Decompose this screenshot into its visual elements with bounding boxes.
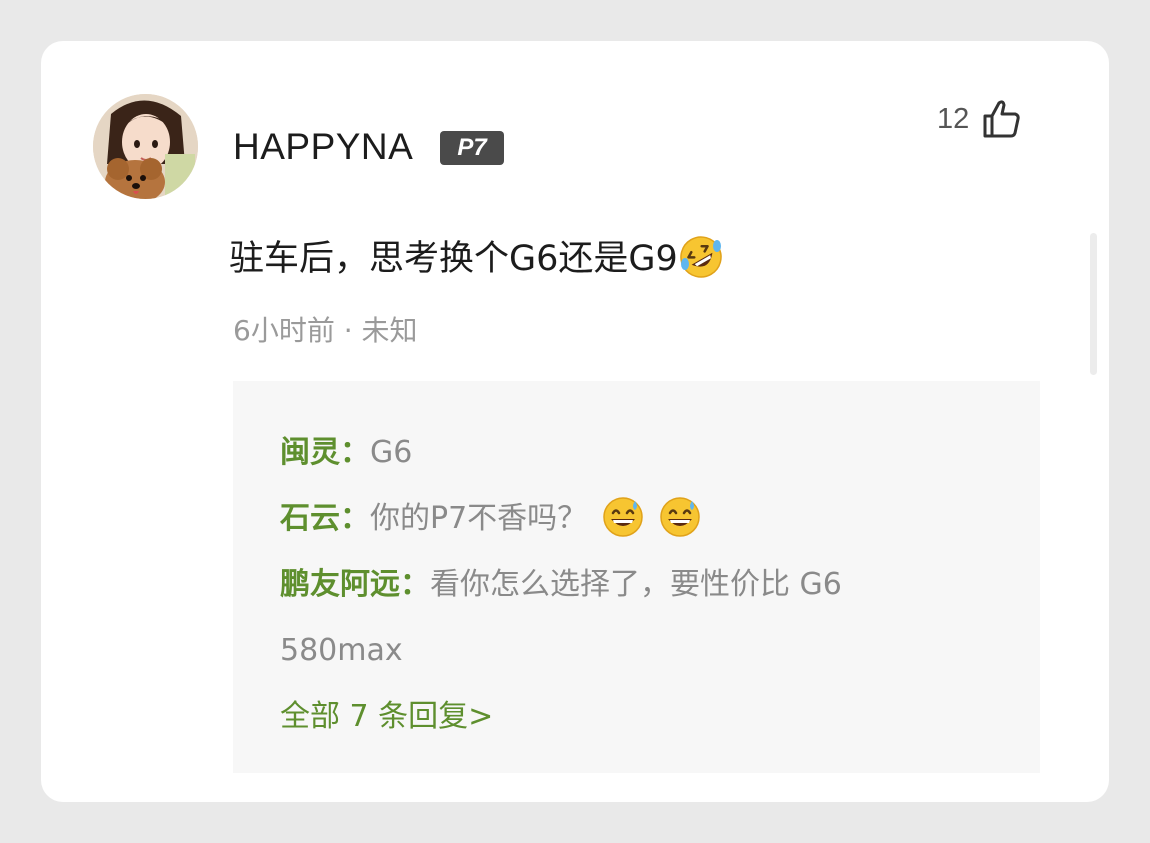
reply-item[interactable]: 闽灵：G6 (280, 420, 412, 486)
username[interactable]: HAPPYNA (233, 125, 413, 169)
grinning-sweat-emoji (660, 496, 701, 537)
reply-item[interactable]: 鹏友阿远：看你怎么选择了，要性价比 G6 (280, 552, 842, 618)
comment-card: HAPPYNA P7 12 驻车后，思考换个G6还是G9 6小时前 · 未知 闽… (41, 41, 1109, 802)
thumbs-up-icon (983, 100, 1020, 138)
reply-text: 你的P7不香吗？ (370, 501, 588, 536)
comment-meta: 6小时前 · 未知 (233, 311, 418, 351)
scrollbar[interactable] (1090, 233, 1097, 375)
reply-author[interactable]: 石云： (280, 501, 370, 536)
reply-text-continued: 580max (280, 633, 403, 668)
rolling-on-floor-laughing-emoji (680, 236, 722, 278)
meta-separator: · (343, 314, 353, 347)
avatar-image (93, 94, 198, 199)
comment-location: 未知 (361, 314, 418, 347)
like-count: 12 (937, 103, 970, 135)
comment-text: 驻车后，思考换个G6还是G9 (229, 234, 724, 284)
reply-text: 看你怎么选择了，要性价比 G6 (430, 567, 842, 602)
reply-item[interactable]: 石云：你的P7不香吗？ (280, 486, 702, 552)
level-badge: P7 (440, 131, 504, 165)
comment-time: 6小时前 (233, 314, 335, 347)
reply-text: G6 (370, 435, 413, 470)
like-button[interactable]: 12 (937, 97, 1023, 141)
view-all-replies-link[interactable]: 全部 7 条回复> (280, 684, 493, 750)
comment-body: 驻车后，思考换个G6还是G9 (229, 239, 678, 279)
replies-panel: 闽灵：G6 石云：你的P7不香吗？ 鹏友阿远：看你怎么选择了，要性价比 G6 5… (233, 381, 1040, 773)
reply-author[interactable]: 闽灵： (280, 435, 370, 470)
reply-author[interactable]: 鹏友阿远： (280, 567, 430, 602)
grinning-sweat-emoji (602, 496, 643, 537)
avatar[interactable] (93, 94, 198, 199)
